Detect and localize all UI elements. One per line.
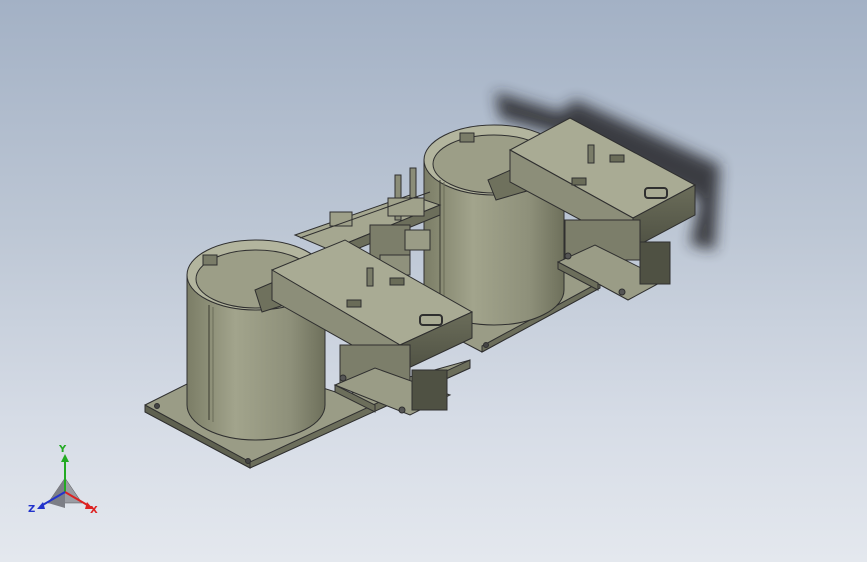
cad-model-view[interactable] bbox=[0, 0, 867, 562]
triad-x-label: X bbox=[90, 505, 98, 516]
triad-z-label: Z bbox=[28, 504, 36, 515]
graphics-viewport[interactable]: Y Z X bbox=[0, 0, 867, 562]
view-orientation-triad[interactable]: Y Z X bbox=[26, 444, 104, 522]
triad-y-label: Y bbox=[59, 444, 67, 455]
